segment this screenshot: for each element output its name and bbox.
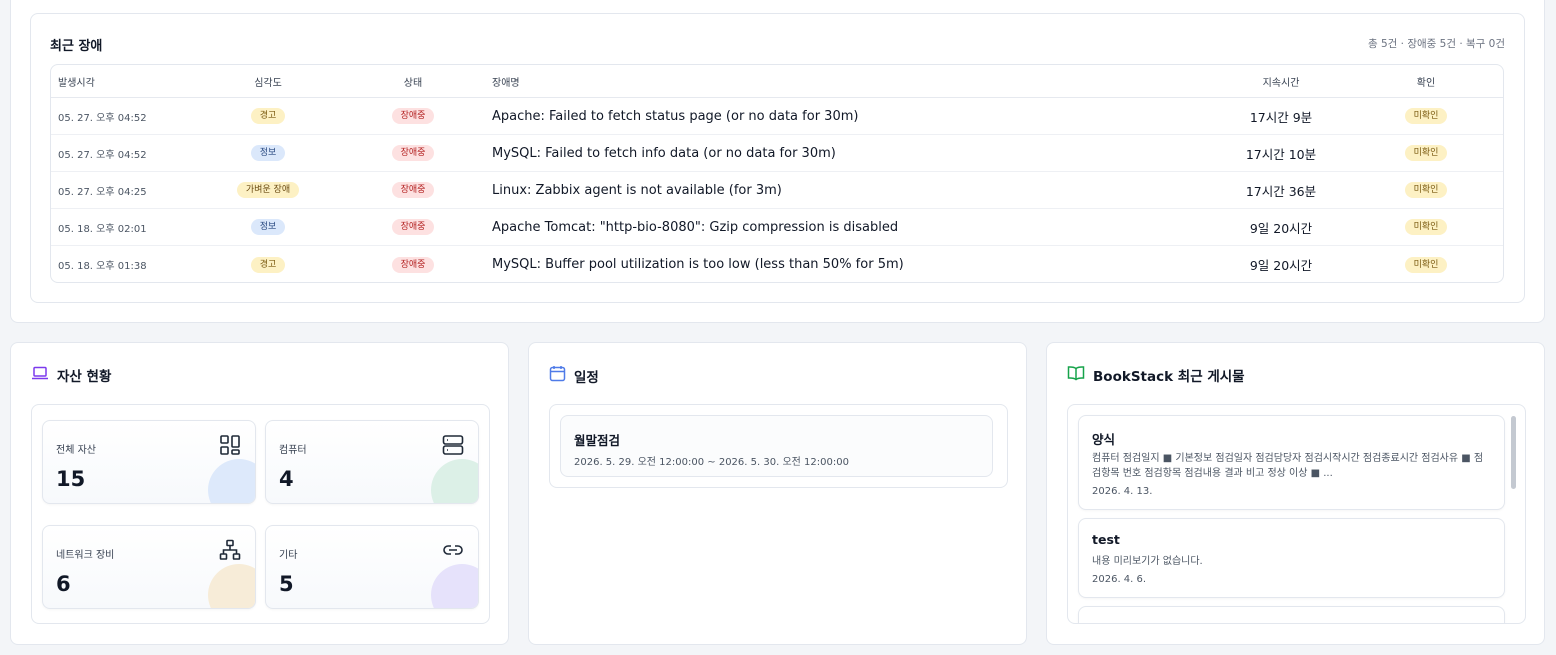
status-badge: 장애중: [391, 145, 435, 161]
grid-icon: [219, 434, 241, 460]
asset-tile-computer[interactable]: 컴퓨터 4: [265, 420, 479, 504]
severity-badge: 가벼운 장애: [236, 182, 300, 198]
incidents-table: 발생시각 심각도 상태 장애명 지속시간 확인 05. 27. 오후 04:52…: [50, 64, 1504, 283]
incident-name[interactable]: MySQL: Failed to fetch info data (or no …: [492, 135, 1192, 171]
incident-time: 05. 27. 오후 04:52: [58, 149, 147, 161]
bookstack-title: BookStack 최근 게시물: [1093, 369, 1245, 385]
incident-duration: 17시간 10분: [1245, 146, 1317, 162]
laptop-icon: [31, 365, 49, 385]
post-date: 2026. 4. 13.: [1092, 486, 1153, 497]
post-title: 양식: [1092, 432, 1116, 447]
table-row[interactable]: 05. 27. 오후 04:52 정보 장애중 MySQL: Failed to…: [51, 135, 1503, 172]
table-row[interactable]: 05. 27. 오후 04:52 경고 장애중 Apache: Failed t…: [51, 98, 1503, 135]
tile-label: 컴퓨터: [279, 445, 307, 456]
severity-badge: 정보: [250, 145, 286, 161]
table-row[interactable]: 05. 27. 오후 04:25 가벼운 장애 장애중 Linux: Zabbi…: [51, 172, 1503, 209]
post-item[interactable]: test 내용 미리보기가 없습니다. 2026. 4. 6.: [1078, 518, 1505, 598]
assets-header: 자산 현황: [31, 365, 111, 385]
schedule-item[interactable]: 월말점검 2026. 5. 29. 오전 12:00:00 ~ 2026. 5.…: [560, 415, 993, 477]
tile-decoration: [431, 459, 478, 503]
tile-count: 15: [56, 467, 86, 491]
scrollbar[interactable]: [1511, 416, 1516, 489]
ack-badge[interactable]: 미확인: [1404, 256, 1448, 273]
header-name[interactable]: 장애명: [492, 65, 1192, 97]
incident-name[interactable]: Apache Tomcat: "http-bio-8080": Gzip com…: [492, 209, 1192, 245]
schedule-header: 일정: [549, 365, 599, 386]
tile-decoration: [208, 564, 255, 608]
incident-duration: 9일 20시간: [1249, 258, 1313, 273]
book-open-icon: [1067, 365, 1085, 385]
ack-badge[interactable]: 미확인: [1404, 219, 1448, 235]
tile-label: 네트워크 장비: [56, 550, 115, 561]
bookstack-panel: 양식 컴퓨터 점검일지 ■ 기본정보 점검일자 점검담당자 점검시작시간 점검종…: [1067, 404, 1526, 624]
header-severity[interactable]: 심각도: [208, 65, 328, 97]
severity-badge: 경고: [250, 256, 286, 273]
tile-count: 4: [279, 467, 294, 491]
incident-name[interactable]: Apache: Failed to fetch status page (or …: [492, 98, 1192, 134]
link-icon: [442, 539, 464, 565]
asset-tile-total[interactable]: 전체 자산 15: [42, 420, 256, 504]
status-badge: 장애중: [391, 182, 435, 198]
tile-count: 5: [279, 572, 294, 596]
severity-badge: 경고: [250, 108, 286, 124]
ack-badge[interactable]: 미확인: [1404, 108, 1448, 124]
tile-decoration: [431, 564, 478, 608]
schedule-panel: 월말점검 2026. 5. 29. 오전 12:00:00 ~ 2026. 5.…: [549, 404, 1008, 488]
post-preview: 컴퓨터 점검일지 ■ 기본정보 점검일자 점검담당자 점검시작시간 점검종료시간…: [1092, 453, 1484, 479]
server-icon: [442, 434, 464, 460]
incident-name[interactable]: MySQL: Buffer pool utilization is too lo…: [492, 246, 1192, 282]
schedule-item-period: 2026. 5. 29. 오전 12:00:00 ~ 2026. 5. 30. …: [574, 457, 849, 468]
tile-label: 기타: [279, 550, 298, 561]
severity-badge: 정보: [250, 219, 286, 235]
post-preview: 내용 미리보기가 없습니다.: [1092, 556, 1203, 567]
table-row[interactable]: 05. 18. 오후 01:38 경고 장애중 MySQL: Buffer po…: [51, 246, 1503, 282]
header-state[interactable]: 상태: [353, 65, 473, 97]
incident-time: 05. 27. 오후 04:52: [58, 112, 147, 124]
incident-name[interactable]: Linux: Zabbix agent is not available (fo…: [492, 172, 1192, 208]
schedule-card: 일정 월말점검 2026. 5. 29. 오전 12:00:00 ~ 2026.…: [528, 342, 1027, 645]
status-badge: 장애중: [391, 256, 435, 273]
schedule-item-title: 월말점검: [574, 433, 621, 448]
post-title: test: [1092, 532, 1120, 547]
incidents-summary: 총 5건 · 장애중 5건 · 복구 0건: [1367, 38, 1505, 50]
calendar-icon: [549, 365, 566, 386]
asset-tile-network[interactable]: 네트워크 장비 6: [42, 525, 256, 609]
header-duration[interactable]: 지속시간: [1221, 65, 1341, 97]
incidents-title: 최근 장애: [50, 39, 103, 54]
post-item[interactable]: 양식 컴퓨터 점검일지 ■ 기본정보 점검일자 점검담당자 점검시작시간 점검종…: [1078, 415, 1505, 510]
bookstack-header: BookStack 최근 게시물: [1067, 365, 1245, 385]
network-icon: [219, 539, 241, 565]
incident-time: 05. 27. 오후 04:25: [58, 186, 147, 198]
schedule-title: 일정: [574, 369, 599, 386]
incident-time: 05. 18. 오후 02:01: [58, 223, 147, 235]
assets-panel: 전체 자산 15 컴퓨터 4 네트워크 장비 6 기타 5: [31, 404, 490, 624]
tile-decoration: [208, 459, 255, 503]
asset-tile-other[interactable]: 기타 5: [265, 525, 479, 609]
bookstack-card: BookStack 최근 게시물 양식 컴퓨터 점검일지 ■ 기본정보 점검일자…: [1046, 342, 1545, 645]
incident-duration: 9일 20시간: [1249, 220, 1313, 236]
tile-count: 6: [56, 572, 71, 596]
ack-badge[interactable]: 미확인: [1404, 182, 1448, 198]
header-ack[interactable]: 확인: [1366, 65, 1486, 97]
post-item[interactable]: [1078, 606, 1505, 623]
post-date: 2026. 4. 6.: [1092, 574, 1147, 585]
table-header: 발생시각 심각도 상태 장애명 지속시간 확인: [51, 65, 1503, 98]
incident-time: 05. 18. 오후 01:38: [58, 261, 147, 272]
tile-label: 전체 자산: [56, 445, 96, 456]
incident-duration: 17시간 9분: [1249, 109, 1313, 125]
ack-badge[interactable]: 미확인: [1404, 145, 1448, 161]
status-badge: 장애중: [391, 108, 435, 124]
status-badge: 장애중: [391, 219, 435, 235]
assets-title: 자산 현황: [57, 369, 112, 385]
header-time[interactable]: 발생시각: [58, 65, 208, 97]
assets-card: 자산 현황 전체 자산 15 컴퓨터 4 네트워크 장비 6 기타 5: [10, 342, 509, 645]
incident-duration: 17시간 36분: [1245, 183, 1317, 199]
table-row[interactable]: 05. 18. 오후 02:01 정보 장애중 Apache Tomcat: "…: [51, 209, 1503, 246]
